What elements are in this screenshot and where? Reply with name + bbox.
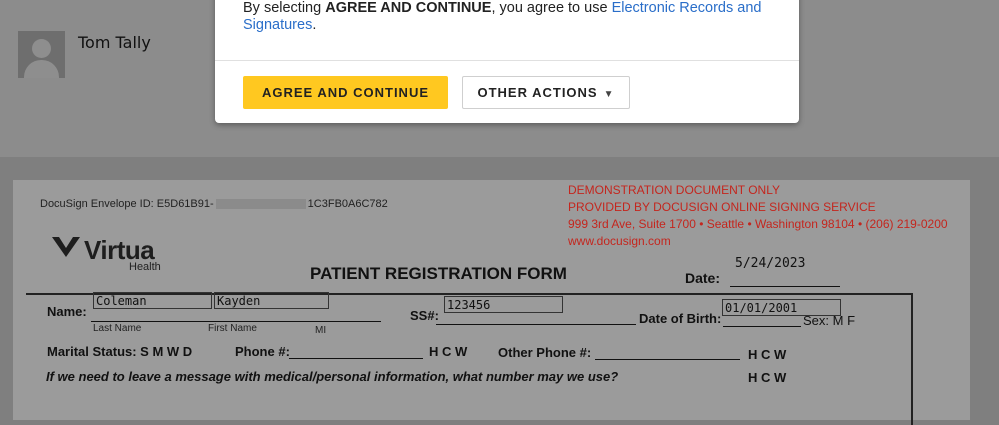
virtua-mark-icon — [51, 235, 81, 265]
ss-field[interactable]: 123456 — [444, 296, 563, 313]
other-actions-label: OTHER ACTIONS — [477, 85, 598, 100]
mi-caption: MI — [315, 325, 327, 336]
avatar-head-shape — [32, 39, 51, 58]
avatar — [18, 31, 65, 78]
sex-label-text: Sex: — [803, 313, 830, 328]
caret-down-icon: ▼ — [603, 89, 615, 100]
last-name-caption: Last Name — [93, 323, 142, 334]
consent-text-bold: AGREE AND CONTINUE — [325, 0, 492, 16]
name-label: Name: — [47, 304, 87, 319]
document-page: DocuSign Envelope ID: E5D61B91- 1C3FB0A6C… — [13, 180, 970, 425]
date-underline — [730, 286, 840, 287]
avatar-body-shape — [24, 60, 59, 78]
form-title: PATIENT REGISTRATION FORM — [310, 264, 567, 283]
ss-label: SS#: — [410, 308, 439, 323]
phone-label: Phone #: — [235, 344, 290, 359]
consent-text-suffix: . — [312, 17, 317, 33]
dob-underline — [723, 326, 801, 327]
consent-text-mid: , you agree to use — [491, 0, 612, 16]
dob-label: Date of Birth: — [639, 311, 722, 326]
demo-line-2: PROVIDED BY DOCUSIGN ONLINE SIGNING SERV… — [568, 200, 876, 214]
demo-line-4: www.docusign.com — [568, 234, 671, 248]
logo-sub: Health — [129, 261, 161, 273]
other-phone-underline — [595, 359, 740, 360]
redaction-block — [215, 199, 306, 210]
date-label: Date: — [685, 270, 721, 286]
consent-text-prefix: By selecting — [243, 0, 326, 16]
phone-underline — [289, 358, 423, 359]
demo-line-1: DEMONSTRATION DOCUMENT ONLY — [568, 183, 781, 197]
date-value: 5/24/2023 — [735, 256, 806, 271]
question-hcw: H C W — [748, 370, 787, 385]
dialog-divider — [215, 60, 799, 61]
consent-message: By selecting AGREE AND CONTINUE, you agr… — [243, 0, 783, 34]
envelope-id: DocuSign Envelope ID: E5D61B91- 1C3FB0A6C… — [40, 198, 388, 210]
phone-hcw: H C W — [429, 344, 468, 359]
ss-underline — [436, 324, 636, 325]
demo-line-3: 999 3rd Ave, Suite 1700 • Seattle • Wash… — [568, 217, 948, 231]
user-name: Tom Tally — [78, 33, 151, 52]
demo-notice: DEMONSTRATION DOCUMENT ONLY PROVIDED BY … — [568, 182, 948, 250]
message-question: If we need to leave a message with medic… — [46, 369, 619, 384]
name-underline — [91, 321, 381, 322]
first-name-field[interactable]: Kayden — [214, 292, 329, 309]
last-name-field[interactable]: Coleman — [93, 292, 212, 309]
other-phone-hcw: H C W — [748, 347, 787, 362]
consent-dialog: By selecting AGREE AND CONTINUE, you agr… — [215, 0, 799, 123]
envelope-id-prefix: DocuSign Envelope ID: E5D61B91- — [40, 198, 214, 210]
sex-label: Sex: M F — [803, 313, 855, 328]
other-phone-label: Other Phone #: — [498, 345, 592, 360]
marital-status-label: Marital Status: S M W D — [47, 344, 193, 359]
sex-options: M F — [832, 313, 856, 328]
first-name-caption: First Name — [208, 323, 257, 334]
agree-and-continue-button[interactable]: AGREE AND CONTINUE — [243, 76, 448, 109]
other-actions-button[interactable]: OTHER ACTIONS ▼ — [462, 76, 630, 109]
envelope-id-suffix: 1C3FB0A6C782 — [307, 198, 388, 210]
